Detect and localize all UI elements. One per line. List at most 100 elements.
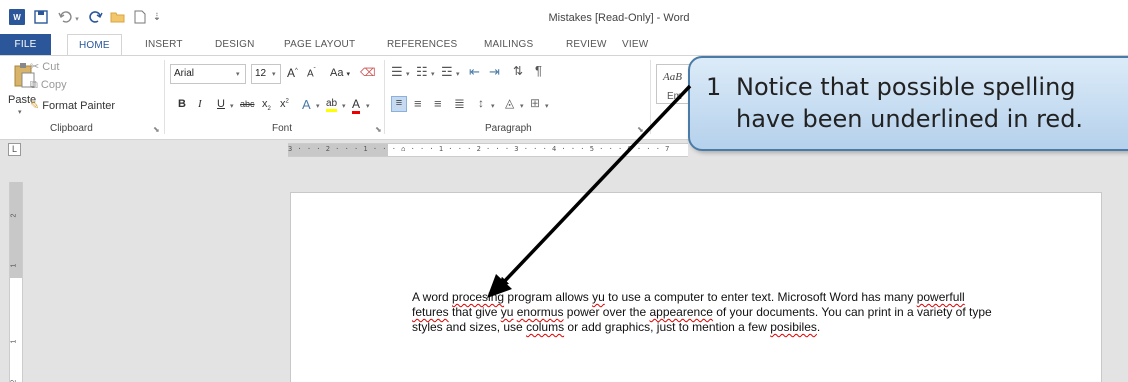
document-page[interactable]: A word procesing program allows yu to us…: [290, 192, 1102, 382]
misspelled-word[interactable]: enormus: [517, 305, 564, 319]
clear-formatting-icon[interactable]: ⌫: [360, 66, 376, 79]
bullets-icon[interactable]: ☰: [391, 64, 403, 80]
misspelled-word[interactable]: posibiles: [770, 320, 817, 334]
font-size-value: 12: [255, 68, 267, 79]
ruler-marks: 3 · · · 2 · · · 1 · · · ⌂ · · · 1 · · · …: [288, 145, 670, 153]
decrease-indent-icon[interactable]: ⇤: [469, 64, 480, 80]
change-case-label: Aa: [330, 67, 344, 79]
misspelled-word[interactable]: fetures: [412, 305, 449, 319]
font-color-button[interactable]: A: [352, 97, 361, 114]
tab-selector[interactable]: L: [8, 143, 21, 156]
tab-page-layout[interactable]: PAGE LAYOUT: [284, 34, 355, 56]
document-workspace: 2 1 1 2 A word procesing program allows …: [0, 160, 1128, 382]
paragraph-group-label: Paragraph: [485, 123, 532, 134]
multilevel-dropdown-icon[interactable]: ▾: [456, 70, 460, 78]
tab-mailings[interactable]: MAILINGS: [484, 34, 533, 56]
line-spacing-dropdown-icon[interactable]: ▾: [491, 102, 495, 110]
ruler-number: 1: [10, 263, 18, 268]
paragraph-launcher-icon[interactable]: ⬊: [637, 125, 644, 134]
borders-dropdown-icon[interactable]: ▾: [545, 102, 549, 110]
tab-home[interactable]: HOME: [67, 34, 122, 57]
callout-text-line2: have been underlined in red.: [736, 105, 1084, 133]
shading-icon[interactable]: ◬: [505, 96, 514, 110]
tab-design[interactable]: DESIGN: [215, 34, 255, 56]
font-group-label: Font: [272, 123, 293, 134]
group-divider: [384, 60, 385, 134]
align-left-icon[interactable]: ≡: [391, 96, 407, 112]
misspelled-word[interactable]: appearence: [649, 305, 712, 319]
tab-view[interactable]: VIEW: [622, 34, 648, 56]
grow-font-label: A: [287, 66, 296, 80]
highlight-button[interactable]: ab: [326, 98, 338, 112]
line-spacing-icon[interactable]: ↕: [478, 96, 484, 110]
font-color-dropdown-icon[interactable]: ▾: [366, 102, 370, 110]
copy-icon: ⧉: [30, 79, 38, 91]
tab-file[interactable]: FILE: [0, 34, 51, 56]
bullets-dropdown-icon[interactable]: ▾: [406, 70, 410, 78]
italic-button[interactable]: I: [198, 98, 202, 110]
shrink-font-label: A: [307, 68, 314, 80]
tab-references[interactable]: REFERENCES: [387, 34, 457, 56]
ruler-number: 1: [10, 339, 18, 344]
misspelled-word[interactable]: powerfull: [917, 290, 965, 304]
sort-icon[interactable]: ⇅: [513, 64, 523, 78]
misspelled-word[interactable]: procesing: [452, 290, 504, 304]
ruler-strip[interactable]: 3 · · · 2 · · · 1 · · · ⌂ · · · 1 · · · …: [288, 143, 688, 157]
font-size-combo[interactable]: 12: [251, 64, 281, 84]
highlight-dropdown-icon[interactable]: ▾: [342, 102, 346, 110]
copy-button[interactable]: ⧉ Copy: [30, 79, 67, 92]
strikethrough-button[interactable]: abc: [240, 99, 255, 109]
ribbon-tabs: FILE HOME INSERT DESIGN PAGE LAYOUT REFE…: [0, 34, 1128, 57]
superscript-button[interactable]: x2: [280, 98, 289, 110]
document-text: A word: [412, 290, 453, 304]
font-size-dropdown-icon[interactable]: ▾: [272, 70, 276, 78]
font-launcher-icon[interactable]: ⬊: [375, 125, 382, 134]
font-name-dropdown-icon[interactable]: ▾: [236, 70, 240, 78]
document-paragraph[interactable]: A word procesing program allows yu to us…: [412, 290, 992, 335]
cut-label: Cut: [42, 61, 60, 73]
underline-button[interactable]: U: [217, 98, 225, 110]
vertical-ruler[interactable]: 2 1 1 2: [9, 182, 23, 382]
format-painter-button[interactable]: ✎ Format Painter: [30, 99, 115, 112]
clipboard-group-label: Clipboard: [50, 123, 93, 134]
align-center-icon[interactable]: ≡: [414, 96, 422, 111]
show-formatting-icon[interactable]: ¶: [535, 63, 542, 78]
cut-button[interactable]: ✂ Cut: [30, 60, 59, 73]
grow-font-button[interactable]: A^: [287, 66, 298, 80]
change-case-button[interactable]: Aa ▾: [330, 67, 350, 79]
text-effects-button[interactable]: A: [302, 97, 311, 112]
title-bar: W ▾ ⇣ Mistakes [Read-Only] - Word: [0, 0, 1128, 34]
increase-indent-icon[interactable]: ⇥: [489, 64, 500, 80]
copy-label: Copy: [40, 79, 67, 91]
tab-review[interactable]: REVIEW: [566, 34, 607, 56]
bold-button[interactable]: B: [178, 98, 186, 110]
multilevel-list-icon[interactable]: ☲: [441, 64, 453, 80]
tab-insert[interactable]: INSERT: [145, 34, 183, 56]
document-text: .: [816, 320, 821, 334]
scissors-icon: ✂: [30, 61, 40, 73]
callout-box: 1 Notice that possible spelling have bee…: [688, 56, 1128, 151]
shrink-font-button[interactable]: Aˇ: [307, 68, 316, 79]
numbering-dropdown-icon[interactable]: ▾: [431, 70, 435, 78]
text-effects-dropdown-icon[interactable]: ▾: [316, 102, 320, 110]
window-title: Mistakes [Read-Only] - Word: [548, 12, 690, 24]
shading-dropdown-icon[interactable]: ▾: [520, 102, 524, 110]
borders-icon[interactable]: ⊞: [530, 96, 540, 110]
document-text: or add graphics, just to mention a few: [564, 320, 771, 334]
subscript-button[interactable]: x2: [262, 98, 271, 112]
misspelled-word[interactable]: colums: [526, 320, 564, 334]
format-painter-label: Format Painter: [42, 100, 116, 112]
paste-dropdown-icon[interactable]: ▾: [18, 108, 22, 116]
brush-icon: ✎: [30, 100, 40, 112]
callout-text-line1: Notice that possible spelling: [736, 73, 1076, 101]
misspelled-word[interactable]: yu: [501, 305, 514, 319]
justify-icon[interactable]: ≣: [454, 96, 465, 112]
font-name-combo[interactable]: Arial: [170, 64, 246, 84]
align-right-icon[interactable]: ≡: [434, 96, 442, 111]
clipboard-launcher-icon[interactable]: ⬊: [153, 125, 160, 134]
style-preview: AaB: [663, 71, 682, 83]
document-text: program allows: [504, 290, 593, 304]
misspelled-word[interactable]: yu: [592, 290, 605, 304]
numbering-icon[interactable]: ☷: [416, 64, 428, 80]
underline-dropdown-icon[interactable]: ▾: [230, 102, 234, 110]
